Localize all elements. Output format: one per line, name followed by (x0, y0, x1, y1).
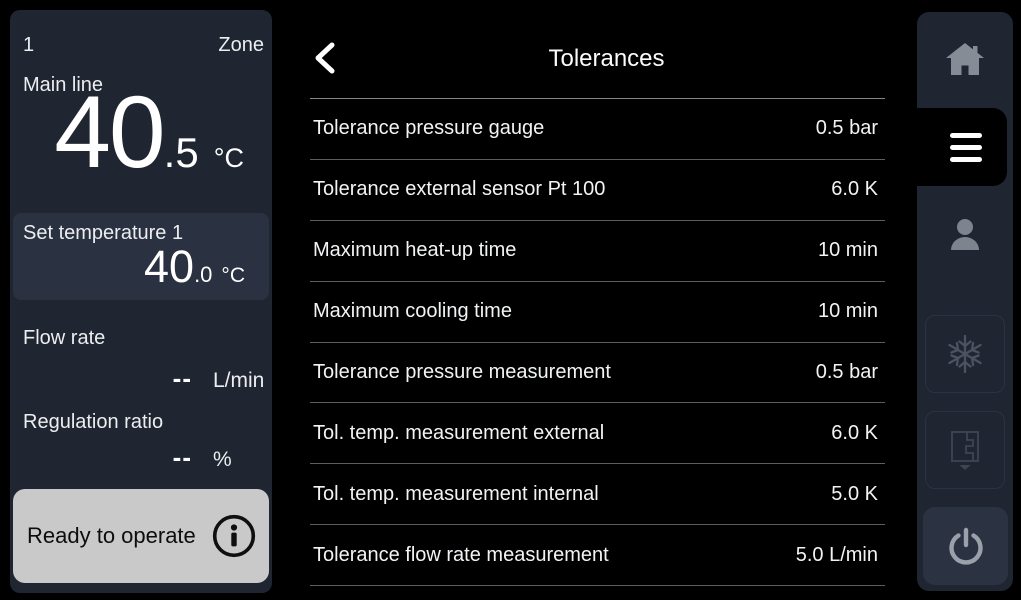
tolerance-value: 10 min (818, 300, 878, 323)
set-temp-int: 40 (144, 244, 194, 289)
page-header: Tolerances (310, 0, 885, 99)
status-label: Ready to operate (27, 523, 196, 549)
tolerances-list: Tolerance pressure gauge 0.5 bar Toleran… (310, 99, 885, 586)
tolerance-label: Maximum cooling time (313, 300, 512, 323)
hmi-screen: 1 Zone Main line 40.5°C Set temperature … (0, 0, 1021, 600)
snowflake-icon (944, 333, 986, 375)
tolerance-row[interactable]: Maximum cooling time 10 min (310, 282, 885, 343)
menu-icon (950, 133, 982, 162)
regulation-ratio-label: Regulation ratio (23, 411, 163, 434)
tolerance-value: 0.5 bar (816, 117, 878, 140)
power-icon (946, 526, 986, 566)
sidebar-item-user[interactable] (917, 210, 1013, 264)
user-icon (946, 216, 984, 258)
sidebar-item-home[interactable] (917, 12, 1013, 106)
tolerance-row[interactable]: Tolerance pressure gauge 0.5 bar (310, 99, 885, 160)
set-temperature-value: 40.0 °C (144, 244, 245, 289)
main-temperature-display: 40.5 °C (54, 81, 244, 183)
flow-rate-label: Flow rate (23, 327, 105, 350)
tolerance-row[interactable]: Tol. temp. measurement internal 5.0 K (310, 464, 885, 525)
tolerance-label: Tolerance external sensor Pt 100 (313, 178, 605, 201)
regulation-ratio-value-row: -- % (20, 442, 272, 473)
flow-rate-value-row: -- L/min (20, 363, 272, 394)
zone-label: Zone (218, 34, 264, 57)
main-temp-int: 40 (54, 81, 163, 183)
tolerance-value: 0.5 bar (816, 361, 878, 384)
tolerance-value: 6.0 K (831, 422, 878, 445)
tolerance-row[interactable]: Maximum heat-up time 10 min (310, 221, 885, 282)
set-temperature-card[interactable]: Set temperature 1 40.0°C (13, 213, 269, 300)
home-icon (946, 43, 984, 75)
mold-icon (947, 429, 983, 471)
tolerance-label: Tol. temp. measurement internal (313, 483, 599, 506)
tolerance-label: Maximum heat-up time (313, 239, 516, 262)
sidebar-item-cooling[interactable] (925, 315, 1005, 393)
tolerances-page: Tolerances Tolerance pressure gauge 0.5 … (310, 0, 885, 600)
regulation-ratio-unit: % (213, 448, 232, 472)
sidebar-item-mold[interactable] (925, 411, 1005, 489)
tolerance-row[interactable]: Tol. temp. measurement external 6.0 K (310, 403, 885, 464)
tolerance-value: 5.0 K (831, 483, 878, 506)
main-temp-frac: .5 (164, 129, 199, 177)
tolerance-label: Tolerance pressure gauge (313, 117, 544, 140)
zone-panel: 1 Zone Main line 40.5°C Set temperature … (10, 10, 272, 593)
page-title: Tolerances (319, 45, 894, 73)
info-icon[interactable] (211, 513, 257, 559)
tolerance-row[interactable]: Tolerance external sensor Pt 100 6.0 K (310, 160, 885, 221)
tolerance-label: Tolerance flow rate measurement (313, 544, 609, 567)
flow-rate-unit: L/min (213, 369, 264, 393)
set-temp-frac: .0 (194, 262, 212, 288)
tolerance-label: Tolerance pressure measurement (313, 361, 611, 384)
sidebar-item-power[interactable] (923, 507, 1008, 585)
tolerance-value: 6.0 K (831, 178, 878, 201)
tolerance-value: 10 min (818, 239, 878, 262)
tolerance-row[interactable]: Tolerance flow rate measurement 5.0 L/mi… (310, 525, 885, 586)
tolerance-row[interactable]: Tolerance pressure measurement 0.5 bar (310, 343, 885, 404)
flow-rate-value: -- (20, 363, 192, 394)
regulation-ratio-value: -- (20, 442, 192, 473)
tolerance-label: Tol. temp. measurement external (313, 422, 604, 445)
zone-number: 1 (23, 34, 34, 57)
tolerance-value: 5.0 L/min (796, 544, 878, 567)
sidebar-item-menu-active[interactable] (890, 108, 1007, 186)
main-temp-unit: °C (214, 143, 244, 174)
set-temp-unit: °C (221, 264, 245, 288)
status-ready-banner[interactable]: Ready to operate (13, 489, 269, 583)
